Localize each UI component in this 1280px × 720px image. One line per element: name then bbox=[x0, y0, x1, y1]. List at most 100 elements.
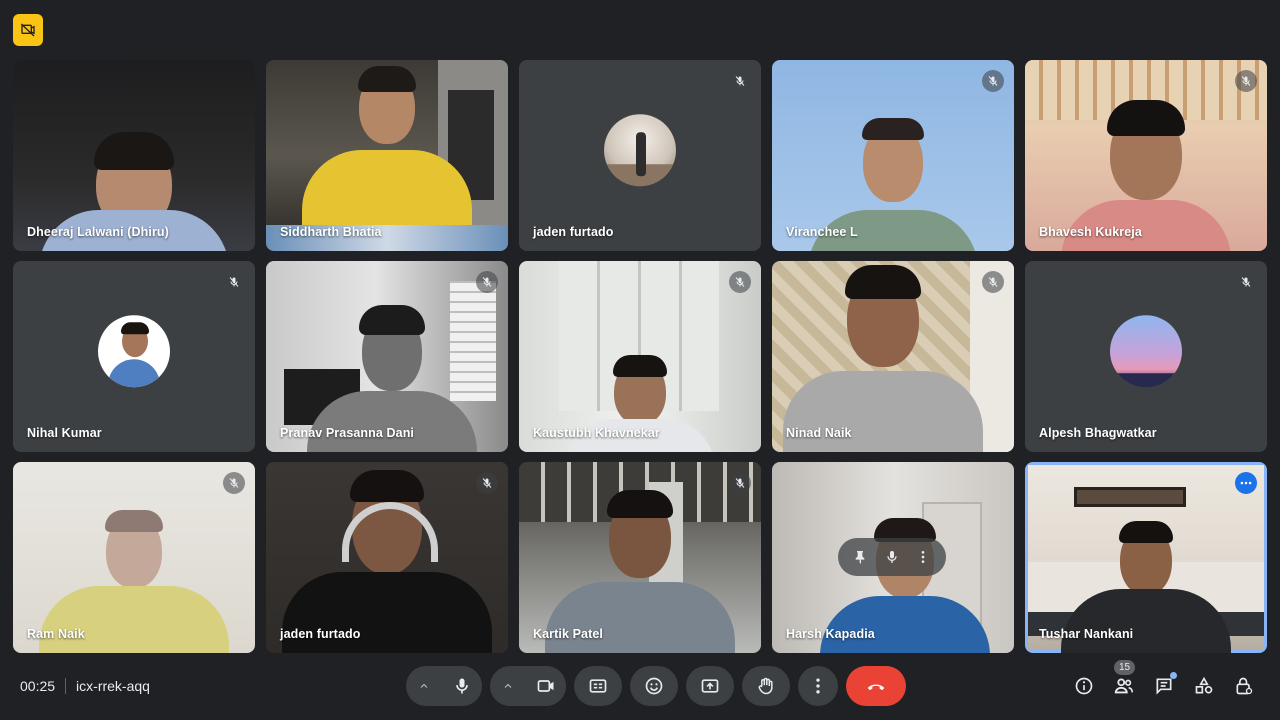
participant-name: Tushar Nankani bbox=[1039, 627, 1134, 641]
participant-tile-self[interactable]: Tushar Nankani bbox=[1025, 462, 1267, 653]
mic-off-icon bbox=[223, 271, 245, 293]
bottom-toolbar: 00:25 icx-rrek-aqq 15 bbox=[0, 654, 1280, 720]
mic-icon[interactable] bbox=[884, 549, 900, 565]
audio-options-button[interactable] bbox=[406, 666, 442, 706]
participant-video bbox=[13, 60, 255, 251]
mic-off-icon bbox=[982, 271, 1004, 293]
mic-off-icon bbox=[1235, 271, 1257, 293]
participant-video bbox=[266, 261, 508, 452]
meeting-code[interactable]: icx-rrek-aqq bbox=[76, 678, 150, 694]
participant-name: Dheeraj Lalwani (Dhiru) bbox=[27, 225, 169, 239]
participant-tile[interactable]: Nihal Kumar bbox=[13, 261, 255, 452]
more-vert-icon[interactable] bbox=[915, 549, 931, 565]
participant-tile[interactable]: jaden furtado bbox=[519, 60, 761, 251]
emoji-icon bbox=[645, 677, 663, 695]
participant-name: Nihal Kumar bbox=[27, 426, 102, 440]
participant-tile[interactable]: Harsh Kapadia bbox=[772, 462, 1014, 653]
mic-off-icon bbox=[476, 472, 498, 494]
meeting-time: 00:25 bbox=[20, 678, 56, 694]
chevron-up-icon bbox=[504, 683, 512, 688]
mic-off-icon bbox=[1235, 70, 1257, 92]
present-screen-icon bbox=[701, 679, 719, 693]
participant-video bbox=[1025, 60, 1267, 251]
more-vert-icon bbox=[816, 678, 820, 694]
mic-off-icon bbox=[982, 70, 1004, 92]
chevron-up-icon bbox=[420, 683, 428, 688]
participant-video bbox=[13, 462, 255, 653]
participant-video bbox=[266, 462, 508, 653]
participant-video bbox=[266, 60, 508, 251]
participant-name: Viranchee L bbox=[786, 225, 858, 239]
participant-tile[interactable]: jaden furtado bbox=[266, 462, 508, 653]
host-controls-button[interactable] bbox=[1224, 666, 1264, 706]
mic-off-icon bbox=[223, 472, 245, 494]
participant-video bbox=[519, 261, 761, 452]
pin-icon[interactable] bbox=[853, 549, 869, 565]
participant-tile[interactable]: Siddharth Bhatia bbox=[266, 60, 508, 251]
meeting-details: 00:25 icx-rrek-aqq bbox=[20, 678, 150, 694]
chat-icon bbox=[1156, 678, 1172, 695]
participant-name: jaden furtado bbox=[533, 225, 614, 239]
info-icon bbox=[1075, 677, 1093, 695]
participant-name: Siddharth Bhatia bbox=[280, 225, 382, 239]
present-button[interactable] bbox=[686, 666, 734, 706]
video-options-button[interactable] bbox=[490, 666, 526, 706]
avatar bbox=[1110, 314, 1182, 387]
avatar bbox=[98, 314, 170, 387]
participant-tile[interactable]: Viranchee L bbox=[772, 60, 1014, 251]
tile-hover-controls bbox=[838, 538, 946, 576]
video-control-group bbox=[490, 666, 566, 706]
recording-off-icon bbox=[20, 23, 35, 37]
people-icon bbox=[1114, 678, 1134, 694]
participant-video bbox=[772, 60, 1014, 251]
participant-tile[interactable]: Pranav Prasanna Dani bbox=[266, 261, 508, 452]
people-button[interactable]: 15 bbox=[1104, 660, 1144, 706]
camera-button[interactable] bbox=[526, 666, 566, 706]
hand-icon bbox=[758, 677, 773, 695]
mic-off-icon bbox=[729, 472, 751, 494]
recording-indicator[interactable] bbox=[13, 14, 43, 46]
participant-name: Kartik Patel bbox=[533, 627, 603, 641]
participant-name: Harsh Kapadia bbox=[786, 627, 875, 641]
participant-tile[interactable]: Kaustubh Khavnekar bbox=[519, 261, 761, 452]
lock-person-icon bbox=[1236, 677, 1253, 695]
closed-caption-icon bbox=[589, 679, 607, 693]
mic-button[interactable] bbox=[442, 666, 482, 706]
side-panel-toggles: 15 bbox=[1064, 660, 1264, 706]
audio-control-group bbox=[406, 666, 482, 706]
participant-tile[interactable]: Bhavesh Kukreja bbox=[1025, 60, 1267, 251]
participant-name: Alpesh Bhagwatkar bbox=[1039, 426, 1157, 440]
divider bbox=[65, 678, 67, 694]
activities-button[interactable] bbox=[1184, 666, 1224, 706]
participant-name: Kaustubh Khavnekar bbox=[533, 426, 660, 440]
avatar bbox=[604, 113, 676, 186]
activities-icon bbox=[1195, 676, 1213, 694]
leave-call-button[interactable] bbox=[846, 666, 906, 706]
participant-name: jaden furtado bbox=[280, 627, 361, 641]
captions-button[interactable] bbox=[574, 666, 622, 706]
participant-name: Bhavesh Kukreja bbox=[1039, 225, 1142, 239]
participant-tile[interactable]: Ninad Naik bbox=[772, 261, 1014, 452]
chat-button[interactable] bbox=[1144, 666, 1184, 706]
meeting-details-button[interactable] bbox=[1064, 666, 1104, 706]
mic-off-icon bbox=[476, 271, 498, 293]
videocam-icon bbox=[537, 680, 554, 692]
call-controls bbox=[406, 666, 906, 706]
participant-video bbox=[772, 261, 1014, 452]
participant-tile[interactable]: Alpesh Bhagwatkar bbox=[1025, 261, 1267, 452]
more-options-button[interactable] bbox=[1235, 472, 1257, 494]
participant-count-badge: 15 bbox=[1114, 660, 1136, 675]
raise-hand-button[interactable] bbox=[742, 666, 790, 706]
participant-tile[interactable]: Dheeraj Lalwani (Dhiru) bbox=[13, 60, 255, 251]
participant-tile[interactable]: Ram Naik bbox=[13, 462, 255, 653]
more-options-button[interactable] bbox=[798, 666, 838, 706]
participant-name: Ram Naik bbox=[27, 627, 85, 641]
unread-dot bbox=[1170, 672, 1177, 679]
participant-name: Ninad Naik bbox=[786, 426, 852, 440]
more-horiz-icon bbox=[1240, 481, 1252, 485]
participant-tile[interactable]: Kartik Patel bbox=[519, 462, 761, 653]
participant-video bbox=[519, 462, 761, 653]
mic-off-icon bbox=[729, 70, 751, 92]
reactions-button[interactable] bbox=[630, 666, 678, 706]
participants-grid: Dheeraj Lalwani (Dhiru) Siddharth Bhatia… bbox=[13, 60, 1267, 654]
